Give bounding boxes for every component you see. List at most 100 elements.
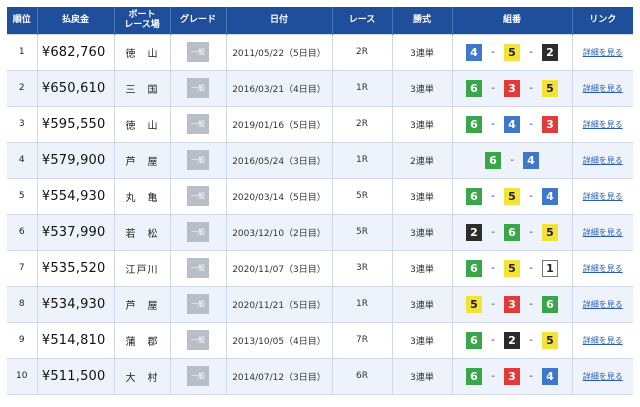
detail-link[interactable]: 詳細を見る (583, 336, 623, 345)
boat-number-badge: 1 (542, 259, 558, 277)
boat-number-badge: 2 (542, 43, 558, 61)
rank-cell: 3 (7, 105, 38, 142)
grade-cell: 一般 (170, 33, 227, 70)
bet-type-cell: 3連単 (392, 321, 453, 358)
combination-separator: - (529, 46, 533, 58)
detail-link[interactable]: 詳細を見る (583, 84, 623, 93)
boat-number-badge: 6 (466, 259, 482, 277)
date-cell: 2019/01/16（5日目） (226, 105, 333, 142)
date-cell: 2003/12/10（2日目） (226, 213, 333, 250)
boat-number-badge: 5 (542, 223, 558, 241)
rank-cell: 2 (7, 69, 38, 106)
table-row: 3 ¥595,550 徳 山一般 2019/01/16（5日目） 2R 3連単 6-4-3 詳… (7, 105, 633, 142)
header-payout: 払戻金 (37, 7, 115, 34)
date-cell: 2014/07/12（3日目） (226, 357, 333, 395)
detail-link[interactable]: 詳細を見る (583, 192, 623, 201)
payout-cell: ¥554,930 (37, 177, 115, 214)
payout-cell: ¥534,930 (37, 285, 115, 322)
combination-cell: 6-3-5 (452, 69, 573, 106)
venue-cell: 大 村 (114, 357, 171, 395)
grade-badge: 一般 (187, 366, 209, 386)
grade-cell: 一般 (170, 321, 227, 358)
boat-number-badge: 5 (504, 187, 520, 205)
payout-cell: ¥595,550 (37, 105, 115, 142)
detail-link[interactable]: 詳細を見る (583, 264, 623, 273)
detail-link[interactable]: 詳細を見る (583, 120, 623, 129)
combination-separator: - (491, 298, 495, 310)
bet-type-cell: 3連単 (392, 105, 453, 142)
combination: 6-4-3 (453, 115, 572, 133)
header-race: レース (332, 7, 393, 34)
combination-cell: 6-4-3 (452, 105, 573, 142)
link-cell: 詳細を見る (572, 321, 633, 358)
combination-cell: 6-3-4 (452, 357, 573, 395)
combination: 6-5-1 (453, 259, 572, 277)
combination: 2-6-5 (453, 223, 572, 241)
rank-cell: 1 (7, 33, 38, 70)
detail-link[interactable]: 詳細を見る (583, 228, 623, 237)
header-date: 日付 (226, 7, 333, 34)
table-header: 順位 払戻金 ボート レース場 グレード 日付 レース 勝式 組番 リンク (7, 7, 633, 34)
rank-cell: 4 (7, 141, 38, 178)
detail-link[interactable]: 詳細を見る (583, 372, 623, 381)
rank-cell: 9 (7, 321, 38, 358)
payout-cell: ¥535,520 (37, 249, 115, 286)
boat-number-badge: 5 (466, 295, 482, 313)
table-row: 9 ¥514,810 蒲 郡一般 2013/10/05（4日目） 7R 3連単 6-2-5 詳… (7, 321, 633, 358)
payout-cell: ¥514,810 (37, 321, 115, 358)
table-row: 10 ¥511,500 大 村一般 2014/07/12（3日目） 6R 3連単 6-3-4… (7, 357, 633, 395)
payout-cell: ¥511,500 (37, 357, 115, 395)
payout-ranking-table: 順位 払戻金 ボート レース場 グレード 日付 レース 勝式 組番 リンク 1 ¥682,760 徳 … (7, 7, 633, 395)
date-cell: 2020/03/14（5日目） (226, 177, 333, 214)
combination: 6-4 (453, 151, 572, 169)
grade-cell: 一般 (170, 177, 227, 214)
combination-cell: 4-5-2 (452, 33, 573, 70)
detail-link[interactable]: 詳細を見る (583, 48, 623, 57)
race-cell: 2R (332, 33, 393, 70)
combination-separator: - (529, 370, 533, 382)
detail-link[interactable]: 詳細を見る (583, 156, 623, 165)
table-row: 4 ¥579,900 芦 屋一般 2016/05/24（3日目） 1R 2連単 6-4 詳細を… (7, 141, 633, 178)
venue-cell: 徳 山 (114, 105, 171, 142)
combination: 6-3-4 (453, 367, 572, 385)
race-cell: 1R (332, 69, 393, 106)
link-cell: 詳細を見る (572, 249, 633, 286)
detail-link[interactable]: 詳細を見る (583, 300, 623, 309)
table-body: 1 ¥682,760 徳 山一般 2011/05/22（5日目） 2R 3連単 4-5-2 詳… (7, 33, 633, 395)
venue-cell: 徳 山 (114, 33, 171, 70)
combination-separator: - (491, 190, 495, 202)
combination-separator: - (529, 190, 533, 202)
bet-type-cell: 3連単 (392, 33, 453, 70)
venue-cell: 三 国 (114, 69, 171, 106)
header-grade: グレード (170, 7, 227, 34)
link-cell: 詳細を見る (572, 141, 633, 178)
grade-cell: 一般 (170, 213, 227, 250)
boat-number-badge: 6 (466, 79, 482, 97)
combination-cell: 6-5-4 (452, 177, 573, 214)
grade-badge: 一般 (187, 222, 209, 242)
table-row: 5 ¥554,930 丸 亀一般 2020/03/14（5日目） 5R 3連単 6-5-4 詳… (7, 177, 633, 214)
link-cell: 詳細を見る (572, 105, 633, 142)
table-row: 6 ¥537,990 若 松一般 2003/12/10（2日目） 5R 3連単 2-6-5 詳… (7, 213, 633, 250)
race-cell: 5R (332, 213, 393, 250)
link-cell: 詳細を見る (572, 213, 633, 250)
grade-badge: 一般 (187, 330, 209, 350)
combination: 6-2-5 (453, 331, 572, 349)
link-cell: 詳細を見る (572, 357, 633, 395)
grade-badge: 一般 (187, 78, 209, 98)
boat-number-badge: 3 (504, 79, 520, 97)
boat-number-badge: 6 (466, 187, 482, 205)
venue-cell: 丸 亀 (114, 177, 171, 214)
combination-separator: - (529, 298, 533, 310)
combination-separator: - (491, 262, 495, 274)
combination-separator: - (491, 226, 495, 238)
rank-cell: 6 (7, 213, 38, 250)
combination-cell: 5-3-6 (452, 285, 573, 322)
table-row: 7 ¥535,520 江戸川 一般 2020/11/07（3日目） 3R 3連単 6-5-1 詳… (7, 249, 633, 286)
boat-number-badge: 5 (542, 79, 558, 97)
payout-cell: ¥682,760 (37, 33, 115, 70)
grade-cell: 一般 (170, 285, 227, 322)
combination-separator: - (529, 82, 533, 94)
race-cell: 6R (332, 357, 393, 395)
boat-number-badge: 5 (504, 259, 520, 277)
